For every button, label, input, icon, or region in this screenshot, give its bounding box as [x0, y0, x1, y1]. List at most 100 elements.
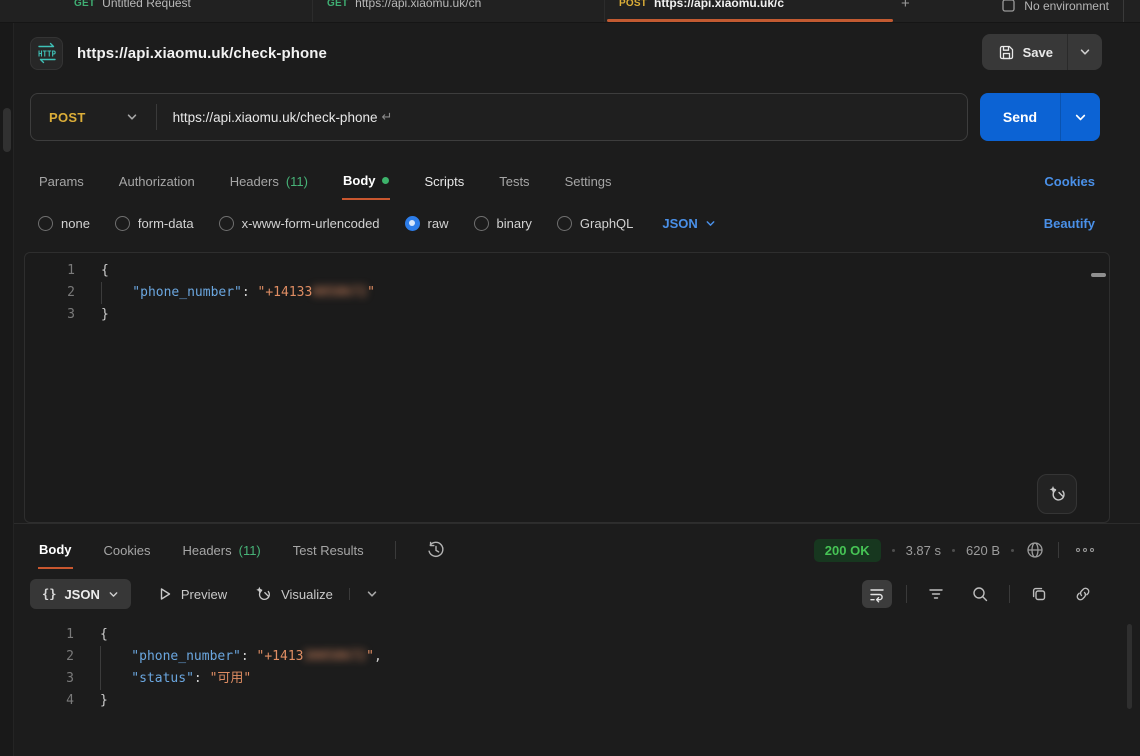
- postbot-sparkle-icon: [1046, 483, 1068, 505]
- new-tab-button[interactable]: +: [891, 0, 920, 12]
- return-glyph: ↵: [377, 109, 392, 125]
- response-size: 620 B: [966, 543, 1000, 558]
- request-tab-untitled[interactable]: GET Untitled Request: [60, 0, 313, 23]
- radio-icon: [38, 216, 53, 231]
- sidebar-handle[interactable]: [3, 108, 11, 152]
- copy-button[interactable]: [1024, 580, 1054, 608]
- request-body-code: 1{2"phone_number": "+141330058672"3}: [25, 260, 1109, 326]
- svg-text:HTTP: HTTP: [37, 50, 56, 59]
- tab-headers[interactable]: Headers (11): [229, 162, 309, 200]
- request-url-bar: POST https://api.xiaomu.uk/check-phone ↵: [30, 93, 968, 141]
- separator-dot: [892, 549, 895, 552]
- send-button[interactable]: Send: [980, 93, 1100, 141]
- json-braces-icon: {}: [42, 587, 56, 601]
- history-clock-icon: [426, 540, 446, 560]
- request-body-editor[interactable]: 1{2"phone_number": "+141330058672"3}: [24, 252, 1110, 523]
- environment-selector[interactable]: No environment: [1001, 0, 1124, 23]
- method-value: POST: [49, 110, 86, 125]
- request-tab-get-checkphone[interactable]: GET https://api.xiaomu.uk/ch: [313, 0, 605, 23]
- language-dropdown[interactable]: JSON: [662, 216, 715, 231]
- filter-button[interactable]: [921, 580, 951, 608]
- send-options-button[interactable]: [1060, 93, 1100, 141]
- collapsed-sidebar-rail[interactable]: [0, 23, 14, 756]
- url-input[interactable]: https://api.xiaomu.uk/check-phone: [157, 110, 378, 125]
- response-tab-cookies[interactable]: Cookies: [103, 543, 152, 558]
- radio-icon: [474, 216, 489, 231]
- response-scrollbar[interactable]: [1127, 624, 1132, 709]
- search-button[interactable]: [965, 580, 995, 608]
- tab-params[interactable]: Params: [38, 162, 85, 200]
- api-client-window: GET Untitled Request GET https://api.xia…: [0, 0, 1140, 756]
- response-tab-test-results[interactable]: Test Results: [292, 543, 365, 558]
- response-body-viewer[interactable]: 1{2"phone_number": "+141330058672",3"sta…: [24, 620, 1126, 756]
- mode-form-data[interactable]: form-data: [115, 216, 194, 231]
- save-options-button[interactable]: [1067, 34, 1102, 70]
- method-badge: POST: [619, 0, 647, 9]
- mode-x-www-form-urlencoded[interactable]: x-www-form-urlencoded: [219, 216, 380, 231]
- mode-raw-selected[interactable]: raw: [405, 216, 449, 231]
- tab-label: https://api.xiaomu.uk/ch: [355, 0, 481, 10]
- postbot-button[interactable]: [1037, 474, 1077, 514]
- divider: [1009, 585, 1010, 603]
- tab-tests[interactable]: Tests: [498, 162, 530, 200]
- send-label: Send: [980, 93, 1060, 141]
- divider: [395, 541, 396, 559]
- response-format-dropdown[interactable]: {} JSON: [30, 579, 131, 609]
- radio-icon: [219, 216, 234, 231]
- chevron-down-icon: [126, 111, 138, 123]
- chevron-down-icon: [1079, 46, 1091, 58]
- active-tab-underline: [607, 19, 893, 22]
- tab-authorization[interactable]: Authorization: [118, 162, 196, 200]
- globe-icon[interactable]: [1025, 540, 1045, 560]
- request-title: https://api.xiaomu.uk/check-phone: [77, 45, 327, 62]
- chevron-down-icon: [705, 218, 716, 229]
- method-dropdown[interactable]: POST: [31, 94, 156, 140]
- cookies-link[interactable]: Cookies: [1044, 162, 1095, 200]
- workspace-tab-bar: GET Untitled Request GET https://api.xia…: [0, 0, 1140, 23]
- view-options-button[interactable]: [349, 588, 378, 600]
- save-icon: [998, 44, 1015, 61]
- response-time: 3.87 s: [906, 543, 941, 558]
- search-icon: [971, 585, 989, 603]
- response-tab-headers[interactable]: Headers (11): [181, 543, 261, 558]
- editor-scrollbar[interactable]: [1091, 273, 1106, 277]
- headers-count: (11): [239, 543, 261, 558]
- method-badge: GET: [327, 0, 348, 9]
- visualize-sparkle-icon: [253, 584, 273, 604]
- http-request-icon: HTTP: [30, 37, 63, 70]
- save-label: Save: [1023, 45, 1053, 60]
- beautify-link[interactable]: Beautify: [1044, 209, 1095, 237]
- preview-play-icon: [157, 586, 173, 602]
- mode-graphql[interactable]: GraphQL: [557, 216, 633, 231]
- format-value: JSON: [64, 587, 99, 602]
- tab-scripts[interactable]: Scripts: [423, 162, 465, 200]
- response-history-button[interactable]: [426, 540, 446, 560]
- tab-label: https://api.xiaomu.uk/c: [654, 0, 784, 10]
- body-content-dot: [382, 177, 389, 184]
- tab-body-active[interactable]: Body: [342, 162, 391, 200]
- copy-icon: [1030, 585, 1048, 603]
- separator-dot: [952, 549, 955, 552]
- link-icon: [1074, 585, 1092, 603]
- headers-count: (11): [286, 174, 308, 189]
- radio-icon: [557, 216, 572, 231]
- save-button[interactable]: Save: [982, 34, 1102, 70]
- link-button[interactable]: [1068, 580, 1098, 608]
- wrap-text-button[interactable]: [862, 580, 892, 608]
- more-options-icon[interactable]: [1072, 544, 1098, 556]
- tab-label: Untitled Request: [102, 0, 191, 10]
- chevron-down-icon: [1074, 111, 1087, 124]
- environment-icon: [1001, 0, 1016, 13]
- preview-button[interactable]: Preview: [157, 586, 227, 602]
- chevron-down-icon: [366, 588, 378, 600]
- visualize-button[interactable]: Visualize: [253, 584, 333, 604]
- mode-binary[interactable]: binary: [474, 216, 532, 231]
- request-pane: HTTP https://api.xiaomu.uk/check-phone S…: [14, 23, 1140, 756]
- response-tab-body-active[interactable]: Body: [38, 531, 73, 569]
- divider: [1058, 542, 1059, 558]
- mode-none[interactable]: none: [38, 216, 90, 231]
- tab-settings[interactable]: Settings: [564, 162, 613, 200]
- separator-dot: [1011, 549, 1014, 552]
- radio-icon: [115, 216, 130, 231]
- chevron-down-icon: [108, 589, 119, 600]
